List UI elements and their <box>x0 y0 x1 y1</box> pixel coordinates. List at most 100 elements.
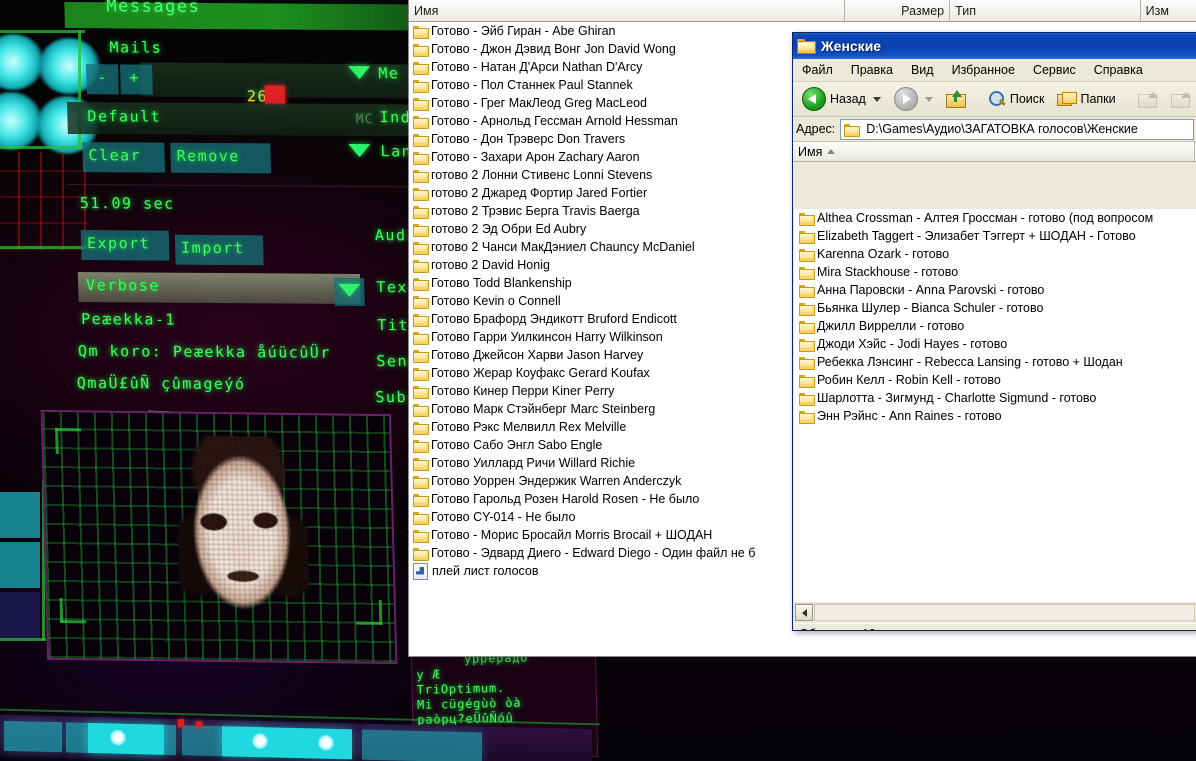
hud-alert-marker <box>196 721 202 728</box>
menu-item-file[interactable]: Файл <box>793 61 842 79</box>
file-name: готово 2 Трэвис Берга Travis Baerga <box>431 204 640 218</box>
hud-indicator <box>110 729 126 746</box>
file-name: Джоди Хэйс - Jodi Hayes - готово <box>817 337 1008 351</box>
explorer-file-list[interactable]: Althea Crossman - Алтея Гроссман - готов… <box>794 209 1196 602</box>
hud-cell[interactable] <box>362 729 482 761</box>
hud-indicator <box>318 734 334 751</box>
file-row[interactable]: Elizabeth Taggert - Элизабет Тэггерт + Ш… <box>794 227 1196 245</box>
window-title: Женские <box>821 38 882 54</box>
column-header-modified[interactable]: Изм <box>1140 0 1196 22</box>
clear-button-label: Clear <box>88 146 142 165</box>
file-name: Готово - Арнольд Гессман Arnold Hessman <box>431 114 678 128</box>
file-name: Готово Сабо Энгл Sabo Engle <box>431 438 603 452</box>
menu-bar[interactable]: Файл Правка Вид Избранное Сервис Справка <box>793 59 1196 82</box>
explorer-window[interactable]: Женские Файл Правка Вид Избранное Сервис… <box>792 32 1196 631</box>
file-row[interactable]: Робин Келл - Robin Kell - готово <box>794 371 1196 389</box>
menu-item-view[interactable]: Вид <box>902 61 943 79</box>
file-name: Karenna Ozark - готово <box>817 247 950 261</box>
up-button[interactable] <box>941 87 971 111</box>
scroll-track[interactable] <box>814 604 1195 621</box>
file-name: готово 2 Лонни Стивенс Lonni Stevens <box>431 168 653 182</box>
file-row[interactable]: Ребекка Лэнсинг - Rebecca Lansing - гото… <box>794 353 1196 371</box>
file-name: Готово - Грег МакЛеод Greg MacLeod <box>431 96 647 110</box>
verbose-label: Verbose <box>85 276 161 295</box>
message-dropdown-arrow[interactable] <box>348 65 371 80</box>
folder-icon <box>799 338 815 352</box>
move-to-folder-icon <box>1137 91 1158 108</box>
language-dropdown-arrow[interactable] <box>348 143 371 158</box>
file-row[interactable]: Mira Stackhouse - готово <box>794 263 1196 281</box>
hud-block <box>0 542 40 588</box>
file-name: Готово - Натан Д'Арси Nathan D'Arcy <box>431 60 643 74</box>
folder-icon <box>799 302 815 316</box>
file-name: Шарлотта - Зигмунд - Charlotte Sigmund -… <box>817 391 1097 405</box>
folder-icon <box>413 421 429 435</box>
hud-cell[interactable] <box>88 722 164 755</box>
file-row[interactable]: Althea Crossman - Алтея Гроссман - готов… <box>794 209 1196 227</box>
menu-item-favorites[interactable]: Избранное <box>943 61 1024 79</box>
address-input[interactable]: D:\Games\Аудио\ЗАГАТОВКА голосов\Женские <box>840 118 1194 140</box>
folder-icon <box>413 313 429 327</box>
hud-block <box>0 492 40 538</box>
file-name: Готово Брафорд Эндикотт Bruford Endicott <box>431 312 677 326</box>
window-titlebar[interactable]: Женские <box>793 33 1196 59</box>
folder-icon <box>413 151 429 165</box>
file-row[interactable]: Бьянка Шулер - Bianca Schuler - готово <box>794 299 1196 317</box>
file-row[interactable]: Энн Рэйнс - Ann Raines - готово <box>794 407 1196 425</box>
portrait-viewer <box>40 409 398 665</box>
search-button[interactable]: Поиск <box>983 87 1050 111</box>
avatar <box>175 435 311 642</box>
folder-icon <box>413 25 429 39</box>
import-button-label: Import <box>180 238 245 258</box>
status-bar: Объектов: 12 <box>794 623 1196 630</box>
file-name: Althea Crossman - Алтея Гроссман - готов… <box>817 211 1154 225</box>
chevron-down-icon[interactable] <box>924 96 933 102</box>
hud-cell[interactable] <box>4 720 62 753</box>
file-row[interactable]: Шарлотта - Зигмунд - Charlotte Sigmund -… <box>794 389 1196 407</box>
file-name: Анна Паровски - Anna Parovski - готово <box>817 283 1045 297</box>
file-name: Готово Кинер Перри Kiner Perry <box>431 384 615 398</box>
menu-item-help[interactable]: Справка <box>1085 61 1152 79</box>
menu-item-edit[interactable]: Правка <box>842 61 902 79</box>
folders-button[interactable]: Папки <box>1052 88 1120 110</box>
chevron-down-icon[interactable] <box>872 96 881 102</box>
forward-button[interactable] <box>889 84 938 114</box>
column-header-size[interactable]: Размер <box>844 0 951 22</box>
frame-corner <box>60 620 87 624</box>
file-name: готово 2 Эд Обри Ed Aubry <box>431 222 587 236</box>
address-bar[interactable]: Адрес: D:\Games\Аудио\ЗАГАТОВКА голосов\… <box>793 117 1196 142</box>
plus-button-label: + <box>129 68 141 87</box>
file-name: готово 2 David Honig <box>431 258 550 272</box>
column-header-type[interactable]: Тип <box>950 0 1141 22</box>
file-row[interactable]: Джилл Виррелли - готово <box>794 317 1196 335</box>
panel-edge-line <box>0 638 46 641</box>
status-text: Объектов: 12 <box>799 627 876 630</box>
folder-icon <box>799 410 815 424</box>
file-name: Elizabeth Taggert - Элизабет Тэггерт + Ш… <box>817 229 1136 243</box>
folder-icon <box>797 38 816 54</box>
scroll-left-button[interactable] <box>795 604 813 621</box>
file-row[interactable]: Джоди Хэйс - Jodi Hayes - готово <box>794 335 1196 353</box>
folder-icon <box>413 97 429 111</box>
sort-ascending-icon <box>827 149 836 154</box>
menu-item-tools[interactable]: Сервис <box>1024 61 1085 79</box>
file-name: Готово Жерар Коуфакс Gerard Koufax <box>431 366 650 380</box>
messages-header-label: Messages <box>106 0 201 17</box>
back-button-label: Назад <box>830 92 866 106</box>
duration-label: 51.09 sec <box>79 194 175 213</box>
text-dropdown-arrow[interactable] <box>338 283 361 297</box>
back-button[interactable]: Назад <box>797 84 886 114</box>
toolbar[interactable]: Назад Поиск Папки <box>793 82 1196 117</box>
file-name: Готово - Эйб Гиран - Abe Ghiran <box>431 24 616 38</box>
list-column-header: Имя <box>793 142 1196 162</box>
file-row[interactable]: Karenna Ozark - готово <box>794 245 1196 263</box>
file-row[interactable]: Анна Паровски - Anna Parovski - готово <box>794 281 1196 299</box>
column-header-name[interactable]: Имя <box>793 142 1195 161</box>
file-name: Готово Уиллард Ричи Willard Richie <box>431 456 636 470</box>
column-header-name[interactable]: Имя <box>409 0 845 22</box>
horizontal-scrollbar[interactable] <box>794 603 1196 621</box>
body-line-3: QmaÜ£ûÑ çûmageýó <box>76 373 246 394</box>
mails-label: Mails <box>109 38 163 57</box>
export-button-label: Export <box>86 234 151 253</box>
file-name: Готово CY-014 - Не было <box>431 510 576 524</box>
